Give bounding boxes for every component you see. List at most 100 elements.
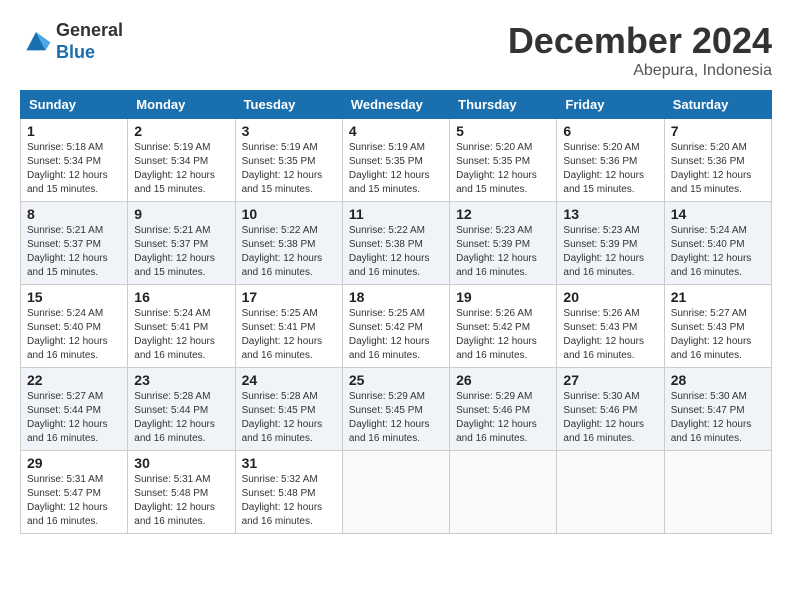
calendar-cell: 17 Sunrise: 5:25 AM Sunset: 5:41 PM Dayli… — [235, 285, 342, 368]
calendar-table: Sunday Monday Tuesday Wednesday Thursday… — [20, 90, 772, 534]
day-number: 29 — [27, 455, 121, 471]
day-info: Sunrise: 5:31 AM Sunset: 5:48 PM Dayligh… — [134, 473, 228, 529]
logo-text: General Blue — [56, 20, 123, 63]
day-number: 21 — [671, 289, 765, 305]
calendar-cell — [342, 451, 449, 534]
day-number: 14 — [671, 206, 765, 222]
day-info: Sunrise: 5:30 AM Sunset: 5:47 PM Dayligh… — [671, 390, 765, 446]
day-number: 10 — [242, 206, 336, 222]
day-info: Sunrise: 5:21 AM Sunset: 5:37 PM Dayligh… — [134, 224, 228, 280]
col-wednesday: Wednesday — [342, 91, 449, 119]
day-info: Sunrise: 5:25 AM Sunset: 5:41 PM Dayligh… — [242, 307, 336, 363]
week-row-2: 8 Sunrise: 5:21 AM Sunset: 5:37 PM Daylig… — [21, 202, 772, 285]
week-row-1: 1Sunrise: 5:18 AM Sunset: 5:34 PM Daylig… — [21, 119, 772, 202]
day-number: 13 — [563, 206, 657, 222]
day-info: Sunrise: 5:28 AM Sunset: 5:45 PM Dayligh… — [242, 390, 336, 446]
day-number: 5 — [456, 123, 550, 139]
day-info: Sunrise: 5:24 AM Sunset: 5:41 PM Dayligh… — [134, 307, 228, 363]
day-info: Sunrise: 5:19 AM Sunset: 5:34 PM Dayligh… — [134, 141, 228, 197]
location-text: Abepura, Indonesia — [508, 62, 772, 80]
calendar-cell: 26 Sunrise: 5:29 AM Sunset: 5:46 PM Dayli… — [450, 368, 557, 451]
header-row: Sunday Monday Tuesday Wednesday Thursday… — [21, 91, 772, 119]
col-sunday: Sunday — [21, 91, 128, 119]
calendar-cell: 31 Sunrise: 5:32 AM Sunset: 5:48 PM Dayli… — [235, 451, 342, 534]
day-number: 22 — [27, 372, 121, 388]
calendar-cell: 7Sunrise: 5:20 AM Sunset: 5:36 PM Daylig… — [664, 119, 771, 202]
calendar-cell: 13 Sunrise: 5:23 AM Sunset: 5:39 PM Dayli… — [557, 202, 664, 285]
logo-icon — [20, 28, 52, 56]
calendar-cell: 21 Sunrise: 5:27 AM Sunset: 5:43 PM Dayli… — [664, 285, 771, 368]
day-number: 2 — [134, 123, 228, 139]
day-number: 12 — [456, 206, 550, 222]
col-friday: Friday — [557, 91, 664, 119]
calendar-cell: 28 Sunrise: 5:30 AM Sunset: 5:47 PM Dayli… — [664, 368, 771, 451]
day-number: 9 — [134, 206, 228, 222]
col-saturday: Saturday — [664, 91, 771, 119]
calendar-cell: 5 Sunrise: 5:20 AM Sunset: 5:35 PM Daylig… — [450, 119, 557, 202]
calendar-cell: 29 Sunrise: 5:31 AM Sunset: 5:47 PM Dayli… — [21, 451, 128, 534]
day-number: 20 — [563, 289, 657, 305]
day-info: Sunrise: 5:22 AM Sunset: 5:38 PM Dayligh… — [242, 224, 336, 280]
day-number: 18 — [349, 289, 443, 305]
day-info: Sunrise: 5:23 AM Sunset: 5:39 PM Dayligh… — [456, 224, 550, 280]
day-info: Sunrise: 5:20 AM Sunset: 5:35 PM Dayligh… — [456, 141, 550, 197]
calendar-cell: 24 Sunrise: 5:28 AM Sunset: 5:45 PM Dayli… — [235, 368, 342, 451]
day-number: 16 — [134, 289, 228, 305]
day-info: Sunrise: 5:23 AM Sunset: 5:39 PM Dayligh… — [563, 224, 657, 280]
calendar-cell: 9 Sunrise: 5:21 AM Sunset: 5:37 PM Daylig… — [128, 202, 235, 285]
month-title: December 2024 — [508, 20, 772, 62]
day-number: 26 — [456, 372, 550, 388]
logo-general-text: General — [56, 20, 123, 42]
col-monday: Monday — [128, 91, 235, 119]
col-tuesday: Tuesday — [235, 91, 342, 119]
day-info: Sunrise: 5:22 AM Sunset: 5:38 PM Dayligh… — [349, 224, 443, 280]
calendar-cell: 8Sunrise: 5:21 AM Sunset: 5:37 PM Daylig… — [21, 202, 128, 285]
calendar-cell: 11Sunrise: 5:22 AM Sunset: 5:38 PM Dayli… — [342, 202, 449, 285]
day-number: 31 — [242, 455, 336, 471]
day-info: Sunrise: 5:31 AM Sunset: 5:47 PM Dayligh… — [27, 473, 121, 529]
day-info: Sunrise: 5:19 AM Sunset: 5:35 PM Dayligh… — [349, 141, 443, 197]
day-info: Sunrise: 5:27 AM Sunset: 5:43 PM Dayligh… — [671, 307, 765, 363]
day-info: Sunrise: 5:26 AM Sunset: 5:42 PM Dayligh… — [456, 307, 550, 363]
day-info: Sunrise: 5:24 AM Sunset: 5:40 PM Dayligh… — [27, 307, 121, 363]
calendar-cell: 14Sunrise: 5:24 AM Sunset: 5:40 PM Dayli… — [664, 202, 771, 285]
calendar-cell: 2 Sunrise: 5:19 AM Sunset: 5:34 PM Daylig… — [128, 119, 235, 202]
day-number: 17 — [242, 289, 336, 305]
calendar-cell: 15 Sunrise: 5:24 AM Sunset: 5:40 PM Dayli… — [21, 285, 128, 368]
calendar-body: 1Sunrise: 5:18 AM Sunset: 5:34 PM Daylig… — [21, 119, 772, 534]
day-number: 24 — [242, 372, 336, 388]
logo: General Blue — [20, 20, 123, 63]
day-number: 15 — [27, 289, 121, 305]
week-row-3: 15 Sunrise: 5:24 AM Sunset: 5:40 PM Dayli… — [21, 285, 772, 368]
calendar-cell: 18 Sunrise: 5:25 AM Sunset: 5:42 PM Dayli… — [342, 285, 449, 368]
calendar-cell — [557, 451, 664, 534]
day-number: 8 — [27, 206, 121, 222]
day-number: 30 — [134, 455, 228, 471]
calendar-cell: 20 Sunrise: 5:26 AM Sunset: 5:43 PM Dayli… — [557, 285, 664, 368]
day-info: Sunrise: 5:26 AM Sunset: 5:43 PM Dayligh… — [563, 307, 657, 363]
logo-blue-text: Blue — [56, 42, 123, 64]
day-info: Sunrise: 5:19 AM Sunset: 5:35 PM Dayligh… — [242, 141, 336, 197]
calendar-cell: 3 Sunrise: 5:19 AM Sunset: 5:35 PM Daylig… — [235, 119, 342, 202]
calendar-cell: 22Sunrise: 5:27 AM Sunset: 5:44 PM Dayli… — [21, 368, 128, 451]
day-number: 1 — [27, 123, 121, 139]
calendar-cell: 1Sunrise: 5:18 AM Sunset: 5:34 PM Daylig… — [21, 119, 128, 202]
calendar-cell: 27Sunrise: 5:30 AM Sunset: 5:46 PM Dayli… — [557, 368, 664, 451]
day-info: Sunrise: 5:28 AM Sunset: 5:44 PM Dayligh… — [134, 390, 228, 446]
day-number: 3 — [242, 123, 336, 139]
page-header: General Blue December 2024 Abepura, Indo… — [20, 20, 772, 80]
calendar-cell: 4Sunrise: 5:19 AM Sunset: 5:35 PM Daylig… — [342, 119, 449, 202]
calendar-cell: 10 Sunrise: 5:22 AM Sunset: 5:38 PM Dayli… — [235, 202, 342, 285]
day-number: 28 — [671, 372, 765, 388]
day-number: 6 — [563, 123, 657, 139]
day-number: 25 — [349, 372, 443, 388]
day-info: Sunrise: 5:32 AM Sunset: 5:48 PM Dayligh… — [242, 473, 336, 529]
calendar-cell: 16 Sunrise: 5:24 AM Sunset: 5:41 PM Dayli… — [128, 285, 235, 368]
day-info: Sunrise: 5:25 AM Sunset: 5:42 PM Dayligh… — [349, 307, 443, 363]
day-info: Sunrise: 5:20 AM Sunset: 5:36 PM Dayligh… — [563, 141, 657, 197]
title-area: December 2024 Abepura, Indonesia — [508, 20, 772, 80]
day-info: Sunrise: 5:20 AM Sunset: 5:36 PM Dayligh… — [671, 141, 765, 197]
day-info: Sunrise: 5:29 AM Sunset: 5:46 PM Dayligh… — [456, 390, 550, 446]
calendar-cell: 6 Sunrise: 5:20 AM Sunset: 5:36 PM Daylig… — [557, 119, 664, 202]
day-number: 27 — [563, 372, 657, 388]
